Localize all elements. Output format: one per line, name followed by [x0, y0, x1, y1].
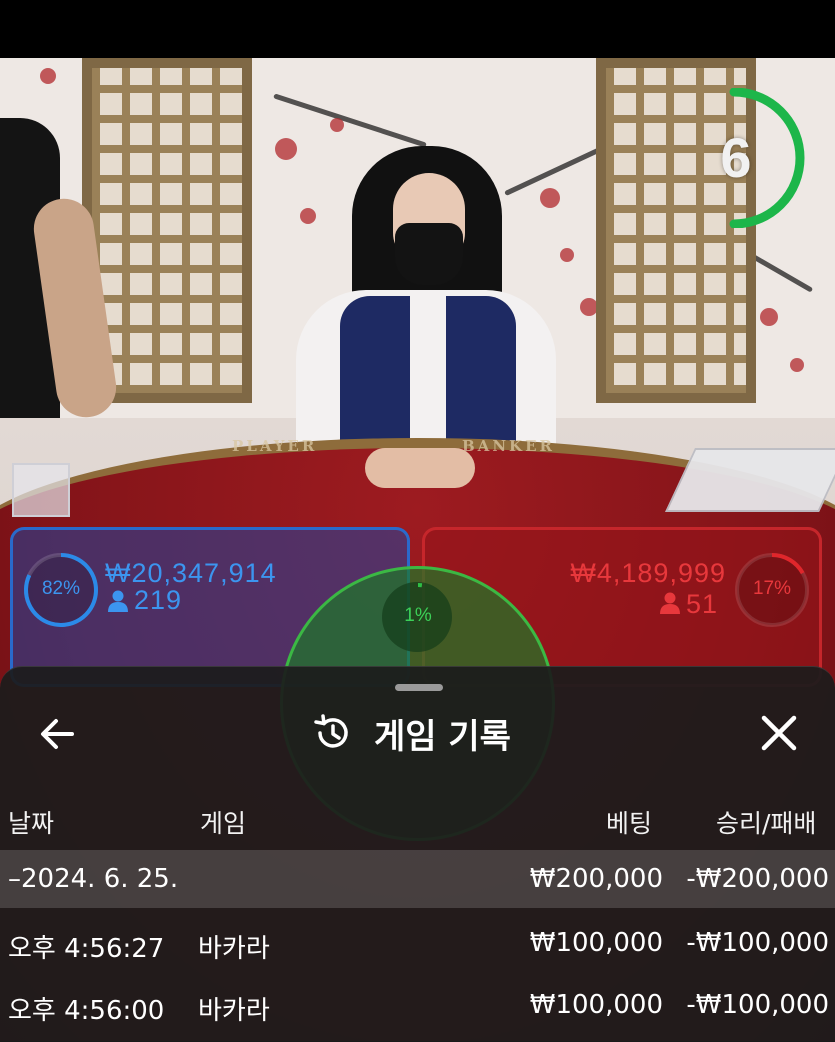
row-bet: ₩100,000	[529, 928, 663, 958]
history-row[interactable]: 오후 4:56:27 바카라 ₩100,000 -₩100,000	[0, 914, 835, 976]
blossom	[275, 138, 297, 160]
blossom	[40, 68, 56, 84]
status-bar	[0, 0, 835, 58]
row-result: -₩100,000	[686, 928, 829, 958]
column-date: 날짜	[8, 809, 55, 838]
date-group-label: –2024. 6. 25.	[8, 864, 179, 894]
blossom	[560, 248, 574, 262]
banker-percent: 17%	[752, 578, 792, 599]
row-game: 바카라	[198, 996, 270, 1026]
close-button[interactable]	[756, 710, 802, 756]
date-group-bet-total: ₩200,000	[529, 864, 663, 894]
discard-tray	[12, 463, 70, 517]
sheet-header: 게임 기록	[312, 708, 511, 758]
dealer-hands	[365, 448, 475, 488]
player-count-user-icon	[108, 590, 128, 612]
column-game: 게임	[200, 809, 247, 838]
sheet-title: 게임 기록	[374, 716, 511, 757]
player-bet-total: ₩20,347,914	[105, 558, 277, 588]
row-time: 오후 4:56:27	[8, 934, 165, 964]
sheet-drag-handle[interactable]	[395, 684, 443, 691]
row-bet: ₩100,000	[529, 990, 663, 1020]
column-result: 승리/패배	[716, 809, 817, 838]
banker-count-user-icon	[660, 592, 680, 614]
blossom	[790, 358, 804, 372]
blossom	[760, 308, 778, 326]
banker-bettor-count: 51	[686, 589, 719, 619]
row-game: 바카라	[198, 934, 270, 964]
dealer-mask	[395, 223, 463, 285]
close-icon	[761, 715, 797, 751]
arrow-left-icon	[41, 719, 74, 749]
countdown-timer: 6	[720, 126, 752, 189]
banker-bet-total: ₩4,189,999	[570, 558, 726, 588]
column-bet: 베팅	[606, 809, 653, 838]
row-time: 오후 4:56:00	[8, 996, 165, 1026]
row-result: -₩100,000	[686, 990, 829, 1020]
felt-banker-label: BANKER	[462, 437, 555, 455]
blossom	[540, 188, 560, 208]
player-bettor-count: 219	[134, 585, 183, 615]
history-row[interactable]: 오후 4:56:00 바카라 ₩100,000 -₩100,000	[0, 976, 835, 1038]
back-button[interactable]	[36, 712, 82, 756]
felt-player-label: PLAYER	[232, 437, 318, 455]
blossom	[300, 208, 316, 224]
background-betting-spot	[72, 800, 192, 840]
card-shoe	[665, 448, 835, 512]
tie-percent: 1%	[404, 605, 432, 626]
player-percent: 82%	[41, 578, 81, 599]
date-group-result-total: -₩200,000	[686, 864, 829, 894]
history-icon	[314, 714, 348, 748]
blossom	[330, 118, 344, 132]
